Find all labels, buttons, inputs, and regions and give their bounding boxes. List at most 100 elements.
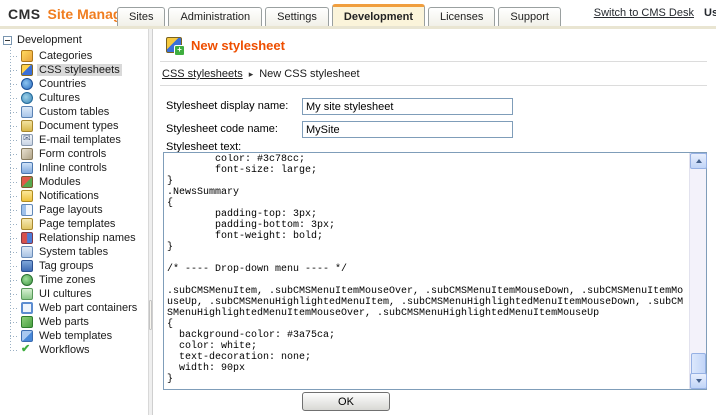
display-name-input[interactable] xyxy=(302,98,513,115)
tree-item[interactable]: Modules xyxy=(0,175,148,189)
main-nav-tabs: Sites Administration Settings Developmen… xyxy=(117,4,564,26)
nav-tab[interactable]: Administration xyxy=(168,7,262,26)
new-stylesheet-brush-icon xyxy=(166,37,182,53)
web-parts-icon xyxy=(21,316,33,328)
inline-controls-icon xyxy=(21,162,33,174)
tree-item[interactable]: Categories xyxy=(0,49,148,63)
tree-item[interactable]: Document types xyxy=(0,119,148,133)
nav-tab-label: Licenses xyxy=(440,11,483,23)
switch-to-cms-desk-link[interactable]: Switch to CMS Desk xyxy=(594,7,694,19)
tree-item[interactable]: Cultures xyxy=(0,91,148,105)
tree-item-label: Categories xyxy=(37,50,94,62)
tree-item-label: E-mail templates xyxy=(37,134,123,146)
tree-item-label: Workflows xyxy=(37,344,92,356)
header-divider xyxy=(160,61,707,62)
system-tables-icon xyxy=(21,246,33,258)
nav-tab-label: Development xyxy=(344,11,413,23)
page-templates-icon xyxy=(21,218,33,230)
tree-item[interactable]: Tag groups xyxy=(0,259,148,273)
categories-icon xyxy=(21,50,33,62)
code-name-label: Stylesheet code name: xyxy=(166,123,278,135)
splitter-handle[interactable] xyxy=(149,300,152,330)
tree-item[interactable]: Web parts xyxy=(0,315,148,329)
development-navigation-tree: Development Categories CSS stylesheets C… xyxy=(0,29,148,415)
tree-item[interactable]: Form controls xyxy=(0,147,148,161)
scroll-down-icon[interactable] xyxy=(690,373,707,389)
document-types-icon xyxy=(21,120,33,132)
nav-tab[interactable]: Support xyxy=(498,7,561,26)
breadcrumb-divider xyxy=(160,85,707,86)
tree-item[interactable]: Web part containers xyxy=(0,301,148,315)
custom-tables-icon xyxy=(21,106,33,118)
tree-item[interactable]: Web templates xyxy=(0,329,148,343)
tree-item[interactable]: Countries xyxy=(0,77,148,91)
tree-item[interactable]: Page layouts xyxy=(0,203,148,217)
tree-item[interactable]: Page templates xyxy=(0,217,148,231)
countries-icon xyxy=(21,78,33,90)
scroll-thumb[interactable] xyxy=(691,353,706,375)
tree-item-label: Web part containers xyxy=(37,302,139,314)
breadcrumb-current: New CSS stylesheet xyxy=(259,68,359,80)
tree-item[interactable]: Inline controls xyxy=(0,161,148,175)
stylesheet-text-area[interactable]: color: #3c78cc; font-size: large; } .New… xyxy=(163,152,707,390)
nav-tab-label: Settings xyxy=(277,11,317,23)
tree-item-label: Page layouts xyxy=(37,204,105,216)
breadcrumb-separator-icon: ▸ xyxy=(249,69,254,80)
tree-item[interactable]: CSS stylesheets xyxy=(0,63,148,77)
workflows-icon xyxy=(21,344,33,356)
page-layouts-icon xyxy=(21,204,33,216)
tree-item-label: Countries xyxy=(37,78,88,90)
tree-item-label: Form controls xyxy=(37,148,108,160)
tree-item-label: Web parts xyxy=(37,316,91,328)
tree-root-label: Development xyxy=(17,34,82,46)
modules-icon xyxy=(21,176,33,188)
cultures-icon xyxy=(21,92,33,104)
tree-item[interactable]: Notifications xyxy=(0,189,148,203)
tree-item-label: Time zones xyxy=(37,274,97,286)
notifications-icon xyxy=(21,190,33,202)
main-content: New stylesheet CSS stylesheets ▸ New CSS… xyxy=(153,29,716,415)
tree-item-label: Tag groups xyxy=(37,260,95,272)
form-controls-icon xyxy=(21,148,33,160)
tree-item[interactable]: System tables xyxy=(0,245,148,259)
tree-item-label: System tables xyxy=(37,246,110,258)
breadcrumb: CSS stylesheets ▸ New CSS stylesheet xyxy=(162,68,360,80)
tree-items: Categories CSS stylesheets Countries Cul… xyxy=(0,49,148,357)
nav-tab[interactable]: Development xyxy=(332,4,425,26)
editor-scrollbar[interactable] xyxy=(689,153,706,389)
display-name-label: Stylesheet display name: xyxy=(166,100,288,112)
logo-cms: CMS xyxy=(8,6,41,22)
tree-item-label: Modules xyxy=(37,176,83,188)
tree-item[interactable]: UI cultures xyxy=(0,287,148,301)
app-logo: CMS Site Manager xyxy=(8,6,135,22)
breadcrumb-parent-link[interactable]: CSS stylesheets xyxy=(162,68,243,80)
scroll-up-icon[interactable] xyxy=(690,153,707,169)
nav-tab-label: Administration xyxy=(180,11,250,23)
tree-item-label: Inline controls xyxy=(37,162,109,174)
tree-item-label: Cultures xyxy=(37,92,82,104)
code-name-input[interactable] xyxy=(302,121,513,138)
nav-tab[interactable]: Settings xyxy=(265,7,329,26)
tree-item[interactable]: Relationship names xyxy=(0,231,148,245)
nav-tab-label: Sites xyxy=(129,11,153,23)
tag-groups-icon xyxy=(21,260,33,272)
tree-item-label: Custom tables xyxy=(37,106,111,118)
collapse-expander-icon[interactable] xyxy=(3,36,12,45)
tree-item[interactable]: Custom tables xyxy=(0,105,148,119)
tree-item-label: Page templates xyxy=(37,218,117,230)
page-title: New stylesheet xyxy=(191,38,285,53)
tree-item[interactable]: E-mail templates xyxy=(0,133,148,147)
nav-tab[interactable]: Licenses xyxy=(428,7,495,26)
tree-item-label: CSS stylesheets xyxy=(37,64,122,76)
tree-item[interactable]: Workflows xyxy=(0,343,148,357)
ok-button[interactable]: OK xyxy=(302,392,390,411)
tree-item-label: UI cultures xyxy=(37,288,94,300)
tree-root-development[interactable]: Development xyxy=(0,29,148,49)
web-templates-icon xyxy=(21,330,33,342)
top-bar: CMS Site Manager Sites Administration Se… xyxy=(0,0,716,29)
nav-tab[interactable]: Sites xyxy=(117,7,165,26)
relationship-names-icon xyxy=(21,232,33,244)
web-part-containers-icon xyxy=(21,302,33,314)
stylesheet-code[interactable]: color: #3c78cc; font-size: large; } .New… xyxy=(167,154,688,388)
tree-item[interactable]: Time zones xyxy=(0,273,148,287)
